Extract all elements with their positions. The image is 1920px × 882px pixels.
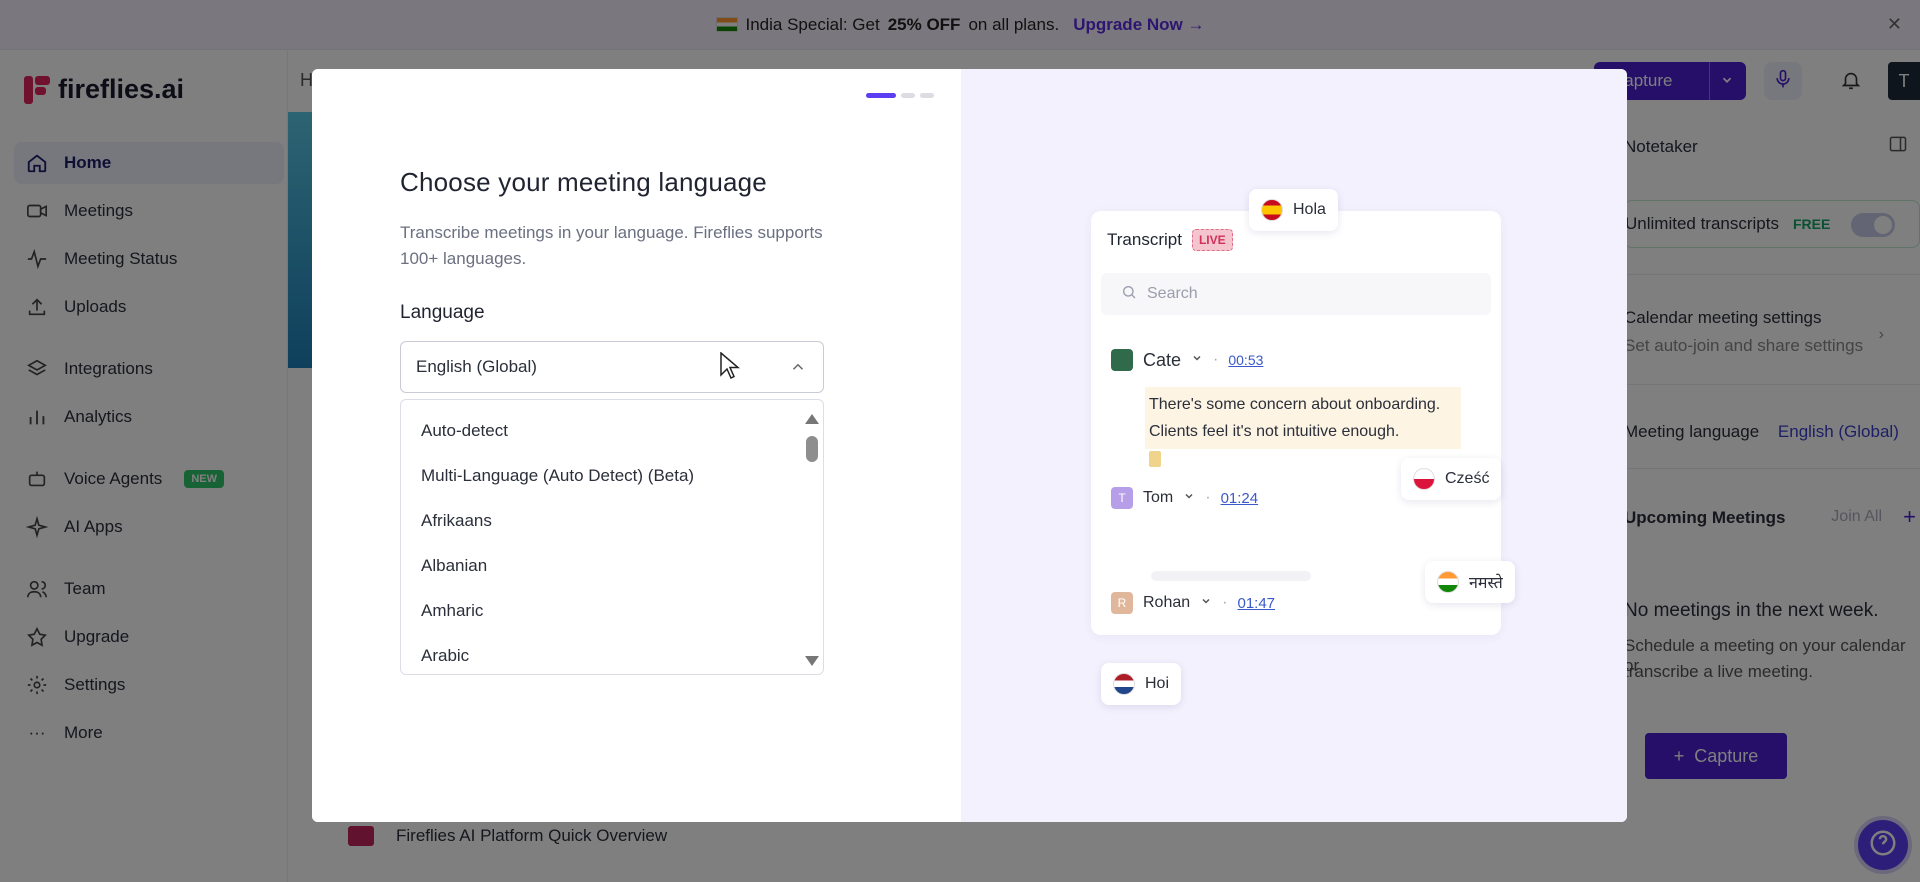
greeting-bubble-polish: Cześć — [1401, 458, 1502, 500]
chevron-up-icon[interactable] — [789, 358, 807, 381]
speaker-row-rohan: R Rohan · 01:47 — [1111, 592, 1275, 614]
language-label: Language — [400, 302, 485, 323]
search-icon — [1121, 284, 1137, 305]
scroll-up-arrow-icon[interactable] — [805, 414, 819, 424]
greeting-text: नमस्ते — [1469, 575, 1503, 592]
language-option[interactable]: Albanian — [401, 543, 823, 588]
india-flag-icon — [1437, 571, 1459, 593]
language-option[interactable]: Afrikaans — [401, 498, 823, 543]
avatar: T — [1111, 487, 1133, 509]
live-badge: LIVE — [1191, 229, 1233, 251]
bookmark-icon — [1149, 451, 1161, 467]
greeting-text: Hoi — [1145, 675, 1170, 692]
spain-flag-icon — [1261, 199, 1283, 221]
netherlands-flag-icon — [1113, 673, 1135, 695]
greeting-bubble-hindi: नमस्ते — [1425, 561, 1515, 603]
greeting-bubble-spanish: Hola — [1249, 189, 1338, 231]
modal-left-pane: Choose your meeting language Transcribe … — [312, 69, 961, 822]
step-dot-active — [866, 93, 896, 98]
language-option[interactable]: Amharic — [401, 588, 823, 633]
chevron-down-icon — [1200, 594, 1212, 612]
timestamp: 01:24 — [1220, 489, 1259, 507]
greeting-bubble-dutch: Hoi — [1101, 663, 1182, 705]
search-placeholder: Search — [1147, 285, 1198, 302]
chevron-down-icon — [1183, 489, 1195, 507]
placeholder-line — [1151, 571, 1311, 581]
scroll-down-arrow-icon[interactable] — [805, 656, 819, 666]
scrollbar-thumb[interactable] — [806, 436, 818, 462]
timestamp: 00:53 — [1228, 352, 1264, 368]
language-option[interactable]: Multi-Language (Auto Detect) (Beta) — [401, 453, 823, 498]
speaker-name: Tom — [1143, 489, 1174, 506]
language-select[interactable]: English (Global) — [400, 341, 824, 393]
speaker-row-tom: T Tom · 01:24 — [1111, 487, 1258, 509]
transcript-header: Transcript LIVE — [1107, 229, 1233, 251]
mouse-cursor-icon — [720, 351, 741, 385]
poland-flag-icon — [1413, 468, 1435, 490]
timestamp: 01:47 — [1237, 594, 1276, 612]
dropdown-scrollbar[interactable] — [805, 410, 819, 666]
language-option[interactable]: Auto-detect — [401, 408, 823, 453]
transcript-title: Transcript — [1107, 230, 1182, 249]
step-dot — [901, 93, 915, 98]
greeting-text: Hola — [1293, 201, 1326, 218]
step-indicator — [866, 93, 934, 98]
step-dot — [920, 93, 934, 98]
language-select-value: English (Global) — [416, 357, 537, 376]
chevron-down-icon — [1191, 351, 1203, 369]
speaker-row-cate: Cate · 00:53 — [1111, 349, 1263, 371]
modal-subtitle: Transcribe meetings in your language. Fi… — [400, 223, 823, 268]
language-option[interactable]: Arabic — [401, 633, 823, 674]
language-dropdown[interactable]: Auto-detect Multi-Language (Auto Detect)… — [400, 399, 824, 675]
language-modal: Choose your meeting language Transcribe … — [312, 69, 1627, 822]
avatar: R — [1111, 592, 1133, 614]
speaker-name: Rohan — [1143, 594, 1191, 611]
transcript-quote: There's some concern about onboarding. C… — [1145, 387, 1461, 449]
greeting-text: Cześć — [1445, 470, 1490, 487]
transcript-search: Search — [1101, 273, 1491, 315]
speaker-name: Cate — [1143, 349, 1182, 370]
modal-title: Choose your meeting language — [400, 167, 767, 197]
avatar — [1111, 349, 1133, 371]
modal-illustration: Transcript LIVE Search Cate · 00:53 Ther… — [961, 69, 1627, 822]
